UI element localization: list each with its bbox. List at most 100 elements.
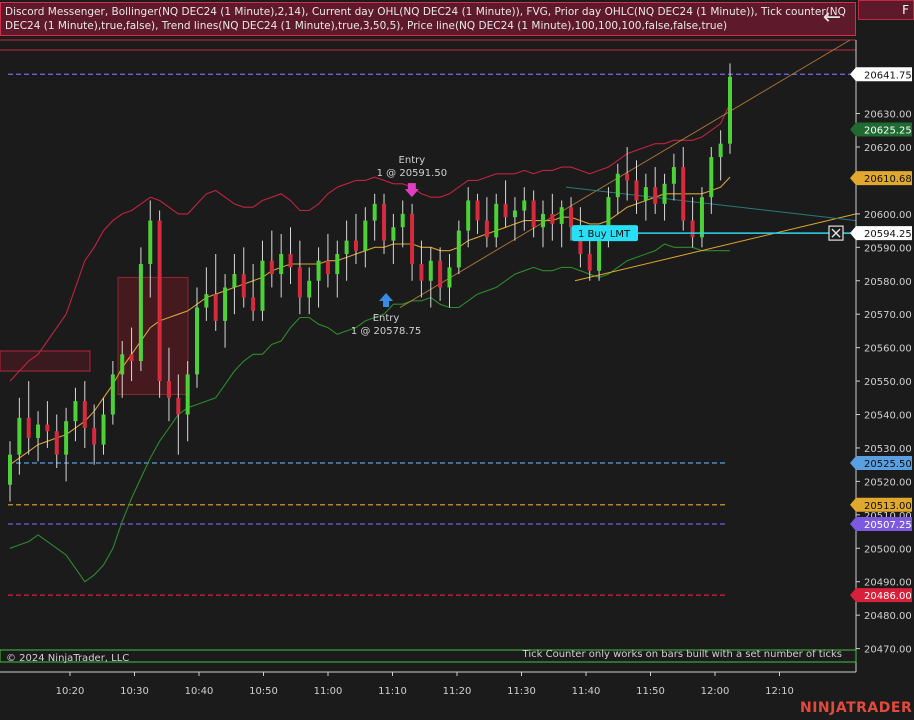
candle-body[interactable] (438, 260, 443, 288)
candle-body[interactable] (120, 354, 125, 375)
candle-body[interactable] (400, 213, 405, 228)
chart-trader-toggle-button[interactable]: F (858, 0, 914, 20)
candle-body[interactable] (148, 220, 153, 265)
time-tick-label: 11:50 (636, 686, 665, 697)
candle-body[interactable] (681, 167, 686, 221)
copyright-text: © 2024 NinjaTrader, LLC (6, 653, 129, 664)
candle-body[interactable] (615, 173, 620, 198)
candle-body[interactable] (195, 307, 200, 375)
price-tag-label: 20513.00 (864, 501, 912, 512)
candle-body[interactable] (101, 414, 106, 445)
candle-body[interactable] (569, 207, 574, 228)
tick-counter-note: Tick Counter only works on bars built wi… (522, 649, 842, 660)
execution-title: Entry (399, 155, 426, 166)
candle-body[interactable] (54, 431, 59, 455)
candle-body[interactable] (391, 227, 396, 241)
candle-body[interactable] (36, 424, 41, 438)
candle-body[interactable] (110, 374, 115, 415)
candle-body[interactable] (138, 264, 143, 362)
candle-body[interactable] (204, 294, 209, 308)
candle-body[interactable] (512, 210, 517, 218)
candle-body[interactable] (176, 397, 181, 415)
candle-body[interactable] (372, 203, 377, 221)
candle-body[interactable] (213, 294, 218, 321)
candle-body[interactable] (456, 230, 461, 268)
candle-body[interactable] (419, 264, 424, 281)
candle-body[interactable] (559, 207, 564, 224)
candle-body[interactable] (92, 427, 97, 445)
price-tick-label: 20520.00 (864, 477, 912, 488)
candle-body[interactable] (316, 260, 321, 281)
time-tick-label: 10:50 (249, 686, 278, 697)
candle-body[interactable] (288, 254, 293, 268)
candle-body[interactable] (597, 237, 602, 271)
candle-body[interactable] (728, 76, 732, 144)
candle-body[interactable] (503, 203, 508, 218)
candle-body[interactable] (709, 157, 714, 198)
candle-body[interactable] (73, 401, 78, 422)
candle-body[interactable] (653, 187, 658, 204)
candle-body[interactable] (550, 213, 555, 224)
candle-body[interactable] (587, 254, 592, 271)
candle-body[interactable] (428, 260, 433, 281)
candle-body[interactable] (297, 267, 302, 298)
execution-detail: 1 @ 20578.75 (351, 326, 421, 337)
price-tick-label: 20620.00 (864, 143, 912, 154)
candle-body[interactable] (484, 220, 489, 238)
candle-body[interactable] (718, 143, 723, 158)
candle-body[interactable] (251, 297, 256, 311)
time-tick-label: 11:30 (507, 686, 536, 697)
candle-body[interactable] (129, 354, 134, 362)
time-tick-label: 12:10 (765, 686, 794, 697)
arrow-left-icon[interactable]: ← (818, 6, 846, 32)
candle-body[interactable] (447, 267, 452, 288)
candle-body[interactable] (475, 200, 480, 221)
candle-body[interactable] (634, 180, 639, 201)
time-tick-label: 11:00 (314, 686, 343, 697)
candle-body[interactable] (26, 417, 31, 438)
candle-body[interactable] (699, 197, 704, 238)
candle-body[interactable] (410, 213, 415, 265)
time-tick-label: 10:20 (56, 686, 85, 697)
candle-body[interactable] (269, 260, 274, 275)
candle-body[interactable] (8, 454, 12, 485)
candle-body[interactable] (643, 187, 648, 201)
candle-body[interactable] (363, 220, 368, 251)
candle-body[interactable] (531, 200, 536, 228)
candle-body[interactable] (82, 401, 87, 428)
candle-body[interactable] (671, 167, 676, 184)
candle-body[interactable] (185, 374, 190, 415)
candle-body[interactable] (625, 173, 630, 181)
price-chart[interactable]: Entry 1 @ 20591.50 Entry 1 @ 20578.75 1 Buy… (0, 0, 914, 720)
candle-body[interactable] (64, 421, 69, 455)
candle-body[interactable] (241, 274, 246, 298)
candle-body[interactable] (45, 424, 50, 432)
candle-body[interactable] (353, 240, 358, 251)
price-tick-label: 20540.00 (864, 411, 912, 422)
candle-body[interactable] (279, 254, 284, 275)
candle-body[interactable] (325, 260, 330, 275)
candle-body[interactable] (466, 200, 471, 231)
candle-body[interactable] (662, 183, 667, 204)
candle-body[interactable] (166, 381, 171, 398)
time-tick-label: 11:40 (572, 686, 601, 697)
fvg-zone (0, 350, 91, 372)
candle-body[interactable] (260, 260, 265, 311)
candle-body[interactable] (382, 203, 387, 241)
candle-body[interactable] (232, 274, 237, 288)
candle-body[interactable] (690, 220, 695, 238)
candle-body[interactable] (17, 417, 22, 455)
price-tag-label: 20610.68 (864, 174, 912, 185)
price-tick-label: 20490.00 (864, 578, 912, 589)
candle-body[interactable] (494, 203, 499, 238)
price-tick-label: 20470.00 (864, 645, 912, 656)
candle-body[interactable] (307, 280, 312, 298)
candle-body[interactable] (540, 213, 545, 228)
candle-body[interactable] (335, 254, 340, 275)
candle-body[interactable] (223, 287, 228, 321)
candle-body[interactable] (344, 240, 349, 255)
time-tick-label: 11:10 (378, 686, 407, 697)
candle-body[interactable] (522, 200, 527, 211)
candle-body[interactable] (157, 220, 162, 382)
price-tag-label: 20594.25 (864, 229, 912, 240)
